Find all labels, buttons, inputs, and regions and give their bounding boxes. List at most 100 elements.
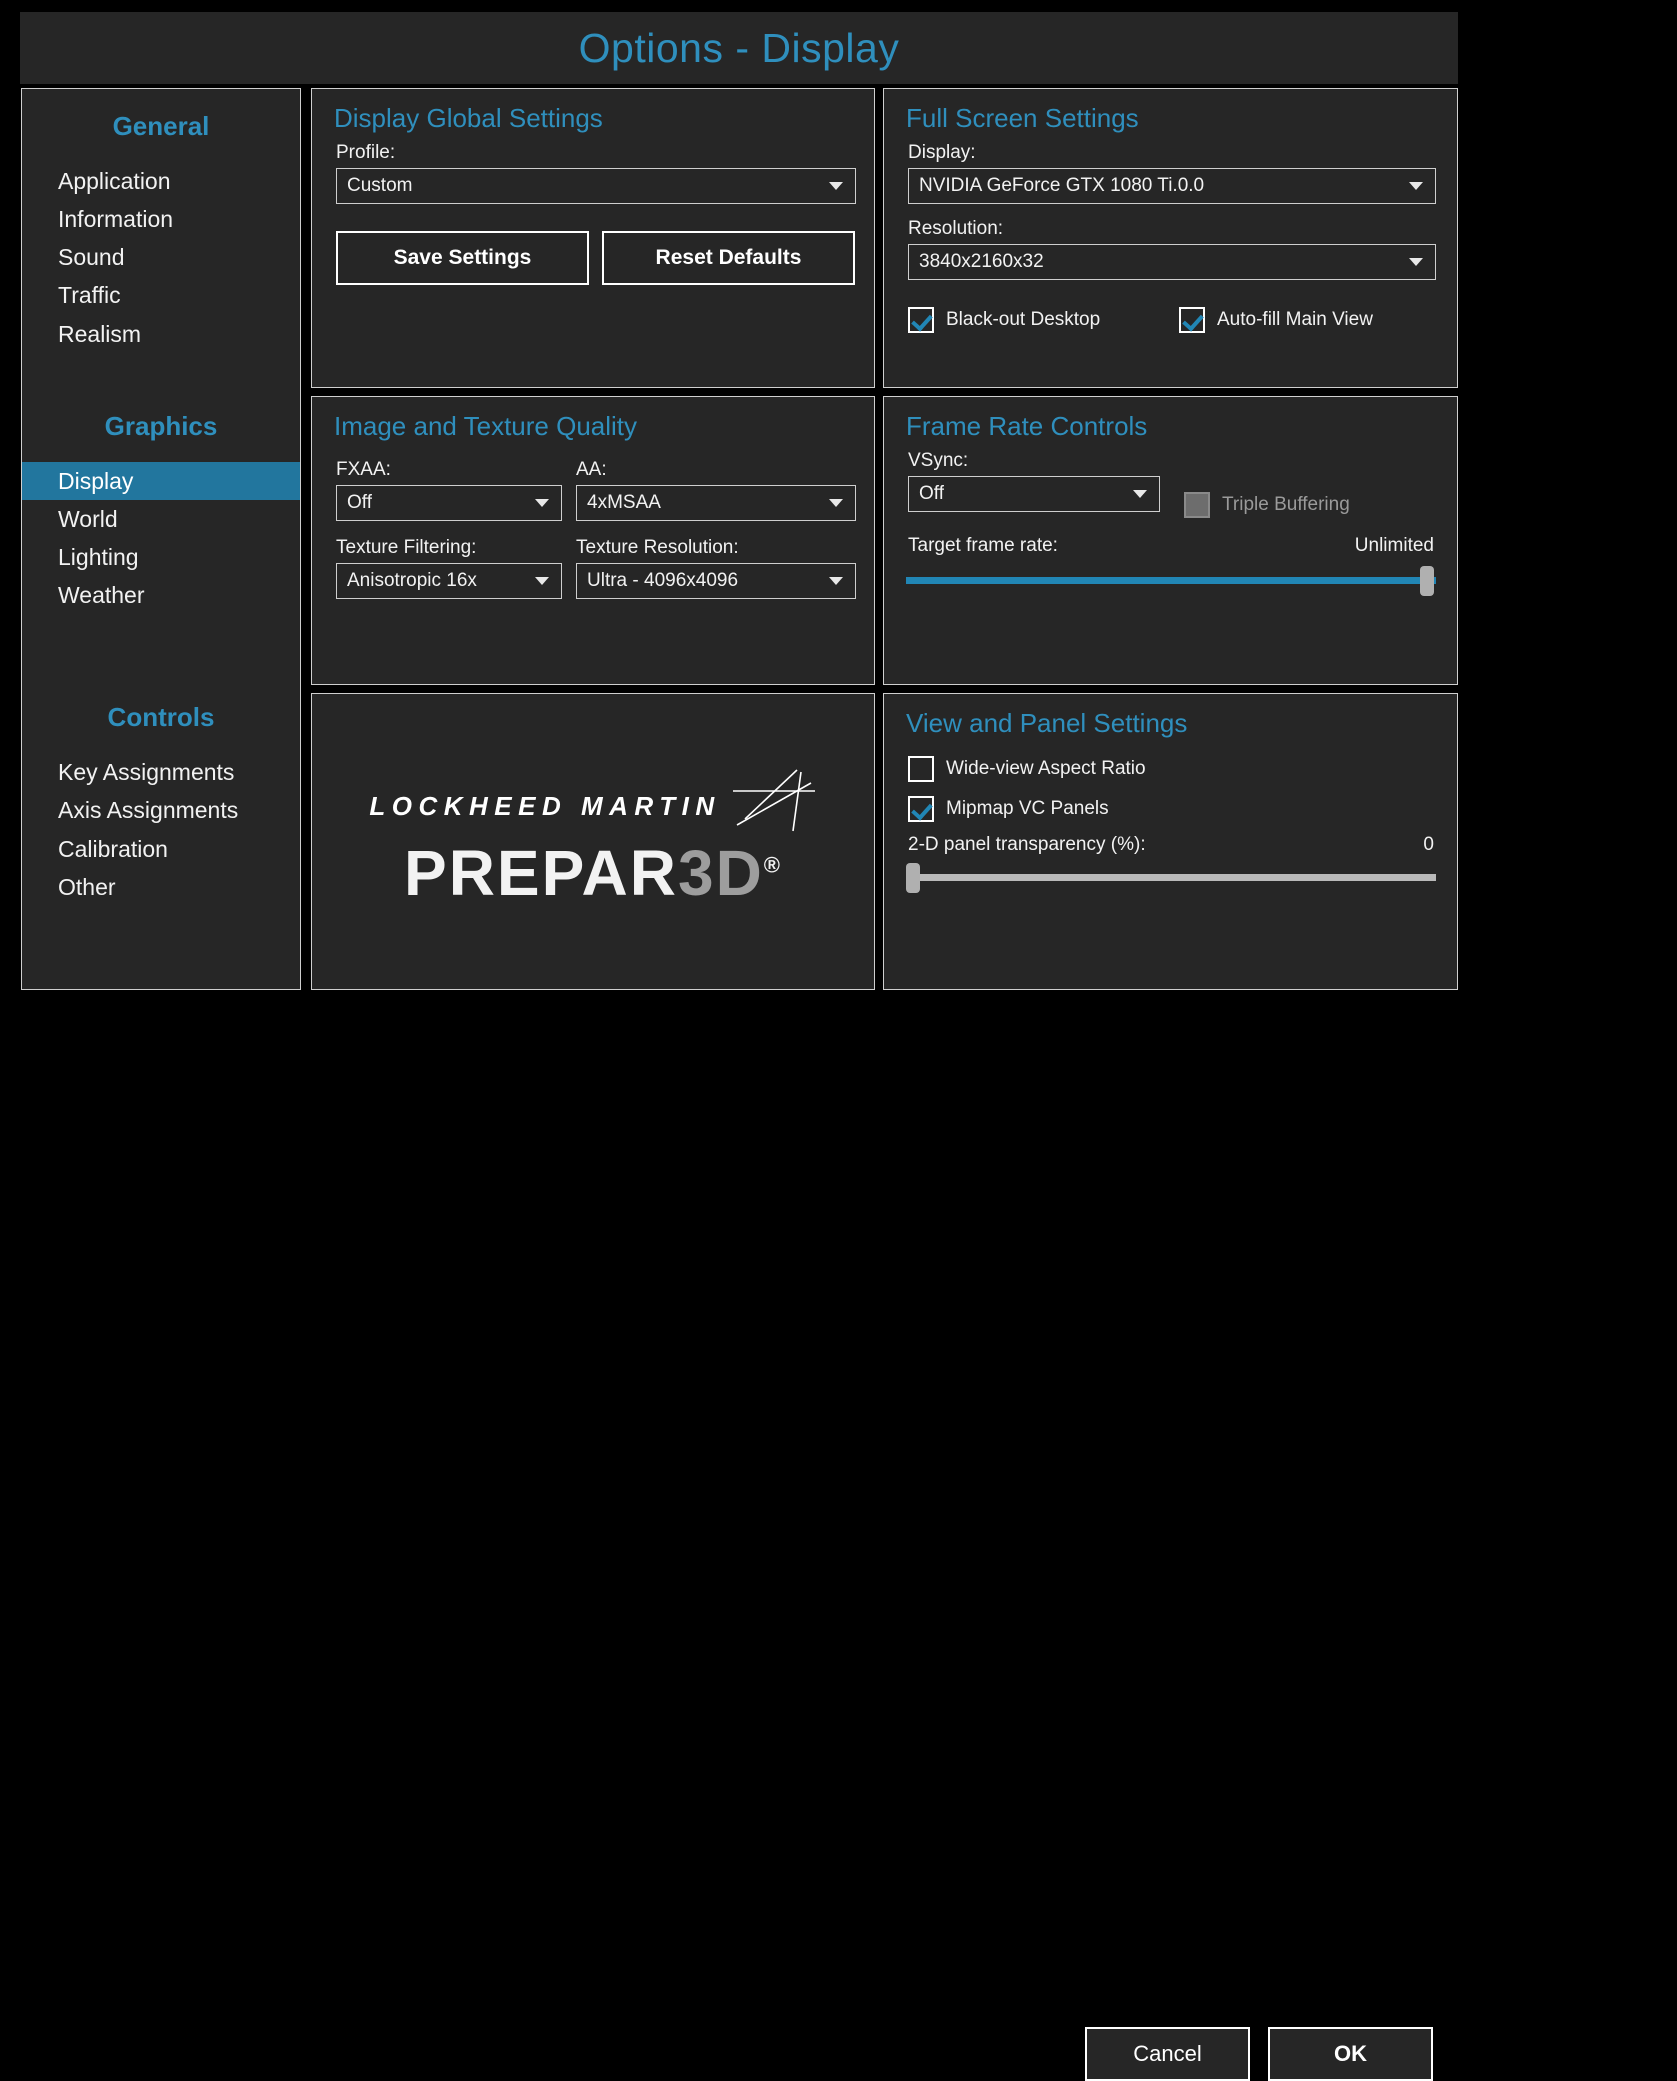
panel-transparency-label: 2-D panel transparency (%):: [908, 834, 1146, 856]
registered-trademark-icon: ®: [764, 852, 782, 877]
mipmap-vc-panels-checkbox-row[interactable]: Mipmap VC Panels: [908, 796, 1109, 822]
sidebar-item-lighting[interactable]: Lighting: [22, 538, 300, 576]
texture-filtering-value: Anisotropic 16x: [337, 570, 477, 592]
aa-label: AA:: [576, 459, 866, 481]
triple-buffering-checkbox-row: Triple Buffering: [1184, 492, 1350, 518]
fxaa-dropdown[interactable]: Off: [336, 485, 562, 521]
panel-transparency-slider[interactable]: [906, 874, 1436, 881]
fs-resolution-label: Resolution:: [908, 218, 1457, 240]
sidebar-group-controls: Controls Key Assignments Axis Assignment…: [22, 614, 300, 906]
vsync-value: Off: [909, 483, 944, 505]
sidebar-navigation: General Application Information Sound Tr…: [21, 88, 301, 990]
sidebar-item-other[interactable]: Other: [22, 868, 300, 906]
chevron-down-icon: [1409, 258, 1423, 266]
reset-defaults-button[interactable]: Reset Defaults: [602, 231, 855, 285]
chevron-down-icon: [1133, 490, 1147, 498]
fs-display-dropdown[interactable]: NVIDIA GeForce GTX 1080 Ti.0.0: [908, 168, 1436, 204]
profile-dropdown[interactable]: Custom: [336, 168, 856, 204]
texture-resolution-dropdown[interactable]: Ultra - 4096x4096: [576, 563, 856, 599]
wide-view-aspect-ratio-label: Wide-view Aspect Ratio: [946, 758, 1146, 780]
target-frame-rate-slider-thumb[interactable]: [1420, 566, 1434, 596]
profile-value: Custom: [337, 175, 412, 197]
panel-transparency-value: 0: [1423, 834, 1434, 856]
target-frame-rate-row: Target frame rate: Unlimited: [908, 535, 1434, 557]
chevron-down-icon: [829, 499, 843, 507]
autofill-main-view-checkbox[interactable]: [1179, 307, 1205, 333]
sidebar-header-graphics: Graphics: [22, 405, 300, 446]
triple-buffering-checkbox: [1184, 492, 1210, 518]
aa-value: 4xMSAA: [577, 492, 661, 514]
autofill-main-view-checkbox-row[interactable]: Auto-fill Main View: [1179, 307, 1373, 333]
dialog-footer: Cancel OK: [0, 1013, 1677, 1093]
wide-view-aspect-ratio-checkbox-row[interactable]: Wide-view Aspect Ratio: [908, 756, 1146, 782]
page-title: Options - Display: [579, 25, 900, 72]
sidebar-item-weather[interactable]: Weather: [22, 576, 300, 614]
fs-display-value: NVIDIA GeForce GTX 1080 Ti.0.0: [909, 175, 1204, 197]
fs-resolution-dropdown[interactable]: 3840x2160x32: [908, 244, 1436, 280]
chevron-down-icon: [829, 182, 843, 190]
vsync-label: VSync:: [908, 450, 1457, 472]
frame-rate-title: Frame Rate Controls: [906, 411, 1457, 442]
panel-branding: LOCKHEED MARTIN PREPAR3D®: [311, 693, 875, 990]
sidebar-group-general: General Application Information Sound Tr…: [22, 89, 300, 353]
fs-display-label: Display:: [908, 142, 1457, 164]
texture-filtering-dropdown[interactable]: Anisotropic 16x: [336, 563, 562, 599]
prepar3d-wordmark: PREPAR3D®: [404, 841, 782, 905]
sidebar-item-sound[interactable]: Sound: [22, 238, 300, 276]
sidebar-group-graphics: Graphics Display World Lighting Weather: [22, 353, 300, 615]
panel-view-and-panel-settings: View and Panel Settings Wide-view Aspect…: [883, 693, 1458, 990]
lockheed-martin-wordmark: LOCKHEED MARTIN: [369, 791, 720, 822]
blackout-desktop-label: Black-out Desktop: [946, 309, 1100, 331]
blackout-desktop-checkbox-row[interactable]: Black-out Desktop: [908, 307, 1100, 333]
save-settings-button[interactable]: Save Settings: [336, 231, 589, 285]
panel-transparency-row: 2-D panel transparency (%): 0: [908, 834, 1434, 856]
mipmap-vc-panels-checkbox[interactable]: [908, 796, 934, 822]
sidebar-header-controls: Controls: [22, 696, 300, 737]
prepar3d-secondary: 3D: [678, 837, 764, 909]
chevron-down-icon: [829, 577, 843, 585]
prepar3d-primary: PREPAR: [404, 837, 678, 909]
vsync-dropdown[interactable]: Off: [908, 476, 1160, 512]
texture-resolution-value: Ultra - 4096x4096: [577, 570, 738, 592]
sidebar-item-traffic[interactable]: Traffic: [22, 276, 300, 314]
sidebar-item-realism[interactable]: Realism: [22, 315, 300, 353]
fs-resolution-value: 3840x2160x32: [909, 251, 1044, 273]
autofill-main-view-label: Auto-fill Main View: [1217, 309, 1373, 331]
aa-dropdown[interactable]: 4xMSAA: [576, 485, 856, 521]
panel-display-global-settings: Display Global Settings Profile: Custom …: [311, 88, 875, 388]
sidebar-item-information[interactable]: Information: [22, 200, 300, 238]
window-title-bar: Options - Display: [20, 12, 1458, 84]
chevron-down-icon: [535, 577, 549, 585]
view-panel-title: View and Panel Settings: [906, 708, 1457, 739]
sidebar-item-world[interactable]: World: [22, 500, 300, 538]
sidebar-header-general: General: [22, 105, 300, 146]
ok-button[interactable]: OK: [1268, 2027, 1433, 2081]
full-screen-title: Full Screen Settings: [906, 103, 1457, 134]
panel-image-texture-quality: Image and Texture Quality FXAA: Off AA: …: [311, 396, 875, 685]
panel-full-screen-settings: Full Screen Settings Display: NVIDIA GeF…: [883, 88, 1458, 388]
sidebar-item-application[interactable]: Application: [22, 162, 300, 200]
chevron-down-icon: [535, 499, 549, 507]
target-frame-rate-value: Unlimited: [1355, 535, 1434, 557]
panel-transparency-slider-thumb[interactable]: [906, 863, 920, 893]
panel-frame-rate-controls: Frame Rate Controls VSync: Off Triple Bu…: [883, 396, 1458, 685]
triple-buffering-label: Triple Buffering: [1222, 494, 1350, 516]
profile-label: Profile:: [336, 142, 874, 164]
lockheed-martin-logo: LOCKHEED MARTIN: [369, 779, 816, 835]
sidebar-item-key-assignments[interactable]: Key Assignments: [22, 753, 300, 791]
target-frame-rate-slider[interactable]: [906, 577, 1436, 584]
chevron-down-icon: [1409, 182, 1423, 190]
wide-view-aspect-ratio-checkbox[interactable]: [908, 756, 934, 782]
texture-resolution-label: Texture Resolution:: [576, 537, 866, 559]
fxaa-value: Off: [337, 492, 372, 514]
sidebar-item-axis-assignments[interactable]: Axis Assignments: [22, 791, 300, 829]
display-global-title: Display Global Settings: [334, 103, 874, 134]
sidebar-item-display[interactable]: Display: [22, 462, 300, 500]
sidebar-item-calibration[interactable]: Calibration: [22, 830, 300, 868]
blackout-desktop-checkbox[interactable]: [908, 307, 934, 333]
mipmap-vc-panels-label: Mipmap VC Panels: [946, 798, 1109, 820]
fxaa-label: FXAA:: [336, 459, 576, 481]
cancel-button[interactable]: Cancel: [1085, 2027, 1250, 2081]
lockheed-martin-star-icon: [727, 769, 817, 835]
image-texture-title: Image and Texture Quality: [334, 411, 874, 442]
